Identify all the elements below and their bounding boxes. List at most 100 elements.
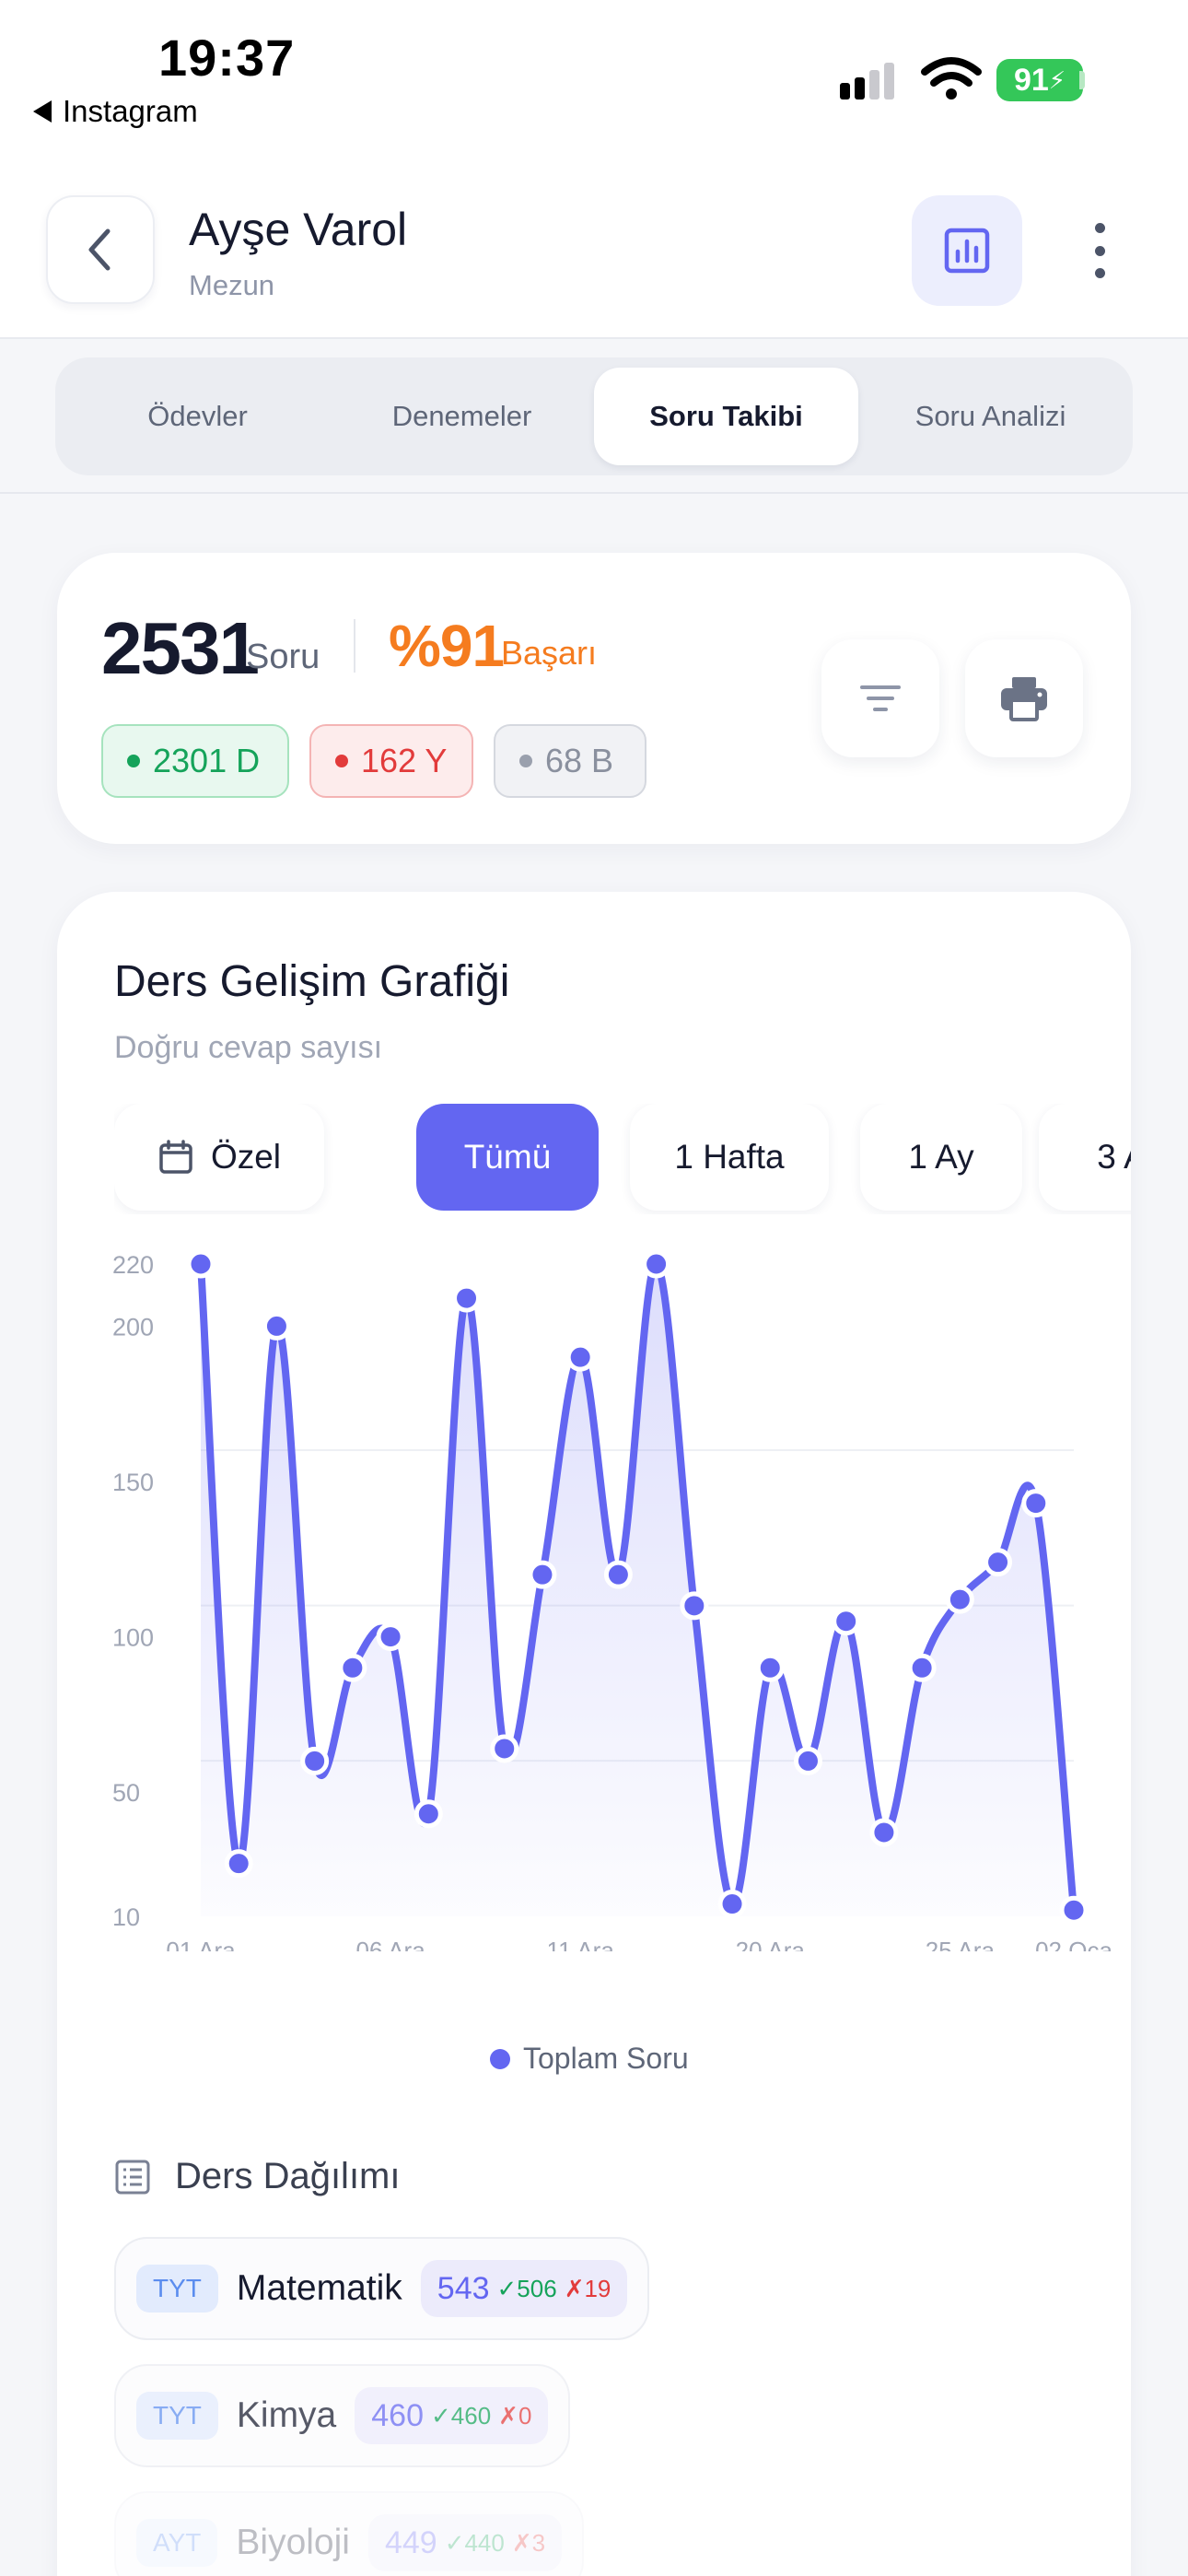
data-point[interactable] xyxy=(262,1311,291,1341)
subject-row-kimya[interactable]: TYT Kimya 460 ✓460 ✗0 xyxy=(114,2364,571,2467)
red-dot-icon xyxy=(335,755,348,767)
data-point[interactable] xyxy=(869,1818,899,1847)
data-point[interactable] xyxy=(565,1342,595,1372)
success-label: Başarı xyxy=(501,634,598,672)
bar-chart-icon xyxy=(944,228,990,274)
data-point[interactable] xyxy=(1059,1895,1089,1925)
data-point[interactable] xyxy=(642,1249,671,1279)
data-point[interactable] xyxy=(832,1607,861,1636)
data-point[interactable] xyxy=(984,1548,1013,1577)
y-tick-label: 100 xyxy=(112,1624,154,1652)
back-to-app-link[interactable]: Instagram xyxy=(33,94,198,129)
y-tick-label: 200 xyxy=(112,1313,154,1341)
blank-count-badge: 68 B xyxy=(494,724,646,798)
subject-total: 543 xyxy=(437,2270,490,2306)
subject-counts: 460 ✓460 ✗0 xyxy=(355,2387,549,2444)
data-point[interactable] xyxy=(945,1585,974,1614)
chart-legend[interactable]: Toplam Soru xyxy=(490,2042,689,2076)
subject-counts: 449 ✓440 ✗3 xyxy=(367,2514,563,2571)
status-bar: 19:37 Instagram 91 ⚡ xyxy=(0,0,1188,157)
total-questions-label: Soru xyxy=(246,638,320,676)
battery-cap xyxy=(1079,71,1085,89)
data-point[interactable] xyxy=(224,1849,253,1879)
tab-odevler[interactable]: Ödevler xyxy=(65,368,330,465)
print-button[interactable] xyxy=(965,639,1083,757)
range-3-months-button[interactable]: 3 A xyxy=(1039,1104,1131,1211)
correct-count-badge: 2301 D xyxy=(101,724,289,798)
statistics-button[interactable] xyxy=(912,195,1022,306)
student-status: Mezun xyxy=(189,269,275,301)
blank-count: 68 B xyxy=(545,742,614,779)
subject-row-matematik[interactable]: TYT Matematik 543 ✓506 ✗19 xyxy=(114,2237,650,2340)
y-tick-label: 50 xyxy=(112,1779,140,1807)
cellular-signal-icon xyxy=(840,63,894,100)
chevron-left-icon xyxy=(88,228,111,271)
data-point[interactable] xyxy=(413,1799,443,1829)
gray-dot-icon xyxy=(519,755,532,767)
tabs-divider xyxy=(0,492,1188,494)
data-point[interactable] xyxy=(452,1283,482,1313)
range-1-week-button[interactable]: 1 Hafta xyxy=(630,1104,829,1211)
data-point[interactable] xyxy=(338,1653,367,1682)
filter-button[interactable] xyxy=(821,639,939,757)
chart-subtitle: Doğru cevap sayısı xyxy=(114,1030,383,1065)
legend-label: Toplam Soru xyxy=(523,2042,689,2075)
data-point[interactable] xyxy=(603,1560,633,1589)
subject-name: Biyoloji xyxy=(236,2523,350,2562)
data-point[interactable] xyxy=(186,1249,215,1279)
x-tick-label: 02 Oca xyxy=(1035,1937,1112,1951)
range-all-button[interactable]: Tümü xyxy=(416,1104,599,1211)
segmented-tabs: Ödevler Denemeler Soru Takibi Soru Anali… xyxy=(55,357,1133,475)
chart-title: Ders Gelişim Grafiği xyxy=(114,957,510,1006)
data-point[interactable] xyxy=(755,1653,785,1682)
subject-wrong: ✗0 xyxy=(498,2401,532,2430)
data-point[interactable] xyxy=(490,1734,519,1763)
data-point[interactable] xyxy=(376,1622,405,1652)
subject-counts: 543 ✓506 ✗19 xyxy=(420,2260,628,2317)
subject-row-biyoloji[interactable]: AYT Biyoloji 449 ✓440 ✗3 xyxy=(114,2491,585,2576)
subject-correct: ✓506 xyxy=(496,2274,557,2302)
printer-icon xyxy=(1001,677,1047,721)
subject-total: 449 xyxy=(384,2524,437,2560)
subject-correct: ✓460 xyxy=(430,2401,492,2430)
data-point[interactable] xyxy=(1021,1489,1051,1518)
tab-soru-takibi[interactable]: Soru Takibi xyxy=(594,368,858,465)
exam-badge: TYT xyxy=(136,2265,218,2313)
x-tick-label: 25 Ara xyxy=(926,1937,996,1951)
y-tick-label: 10 xyxy=(112,1903,140,1931)
correct-count: 2301 D xyxy=(153,742,261,779)
data-point[interactable] xyxy=(528,1560,557,1589)
x-tick-label: 20 Ara xyxy=(736,1937,806,1951)
data-point[interactable] xyxy=(717,1890,747,1919)
data-point[interactable] xyxy=(907,1653,937,1682)
range-custom-button[interactable]: Özel xyxy=(114,1104,324,1211)
line-chart[interactable]: 10 50 100 150 200 220 01 Ara 06 Ara 11 Ara 20 Ar… xyxy=(57,1224,1131,1951)
summary-divider xyxy=(354,619,355,673)
subject-wrong: ✗19 xyxy=(564,2274,611,2302)
filter-icon xyxy=(860,685,901,711)
more-options-icon[interactable] xyxy=(1077,223,1122,278)
tab-soru-analizi[interactable]: Soru Analizi xyxy=(858,368,1123,465)
data-point[interactable] xyxy=(793,1746,822,1775)
y-tick-label: 220 xyxy=(112,1251,154,1279)
range-1-month-button[interactable]: 1 Ay xyxy=(860,1104,1022,1211)
tab-denemeler[interactable]: Denemeler xyxy=(330,368,594,465)
subject-correct: ✓440 xyxy=(444,2528,505,2557)
back-button[interactable] xyxy=(46,195,155,304)
list-icon xyxy=(115,2160,150,2194)
distribution-header: Ders Dağılımı xyxy=(114,2156,401,2197)
legend-dot-icon xyxy=(490,2048,510,2069)
y-tick-label: 150 xyxy=(112,1469,154,1496)
wifi-icon xyxy=(921,57,982,100)
battery-icon: 91 ⚡ xyxy=(996,59,1083,101)
subject-wrong: ✗3 xyxy=(511,2528,546,2557)
range-custom-label: Özel xyxy=(210,1138,282,1176)
student-name: Ayşe Varol xyxy=(189,204,408,255)
green-dot-icon xyxy=(127,755,140,767)
chart-card: Ders Gelişim Grafiği Doğru cevap sayısı … xyxy=(57,892,1131,2576)
calendar-icon xyxy=(159,1140,192,1174)
data-point[interactable] xyxy=(680,1591,709,1621)
area-fill xyxy=(201,1263,1074,1916)
subject-total: 460 xyxy=(371,2397,424,2433)
data-point[interactable] xyxy=(300,1746,330,1775)
